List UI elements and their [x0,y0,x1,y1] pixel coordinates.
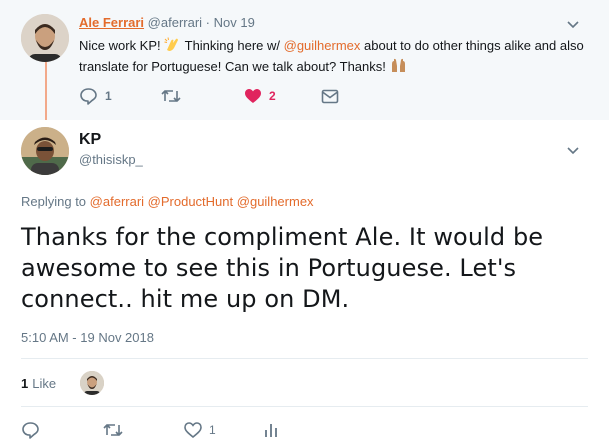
analytics-bar-icon [265,424,277,437]
mention-link[interactable]: @ProductHunt [148,194,233,209]
author-handle[interactable]: @thisiskp_ [79,152,143,167]
reply-icon [22,422,39,439]
parent-tweet-header: Ale Ferrari @aferrari · Nov 19 [79,14,255,31]
likes-label: Like [32,375,57,391]
raised-hands-icon [390,58,407,73]
like-button[interactable]: 1 [184,420,216,440]
divider [21,406,588,407]
liker-avatar[interactable] [80,371,104,395]
tweet-date[interactable]: · Nov 19 [206,15,255,30]
avatar[interactable] [21,127,69,175]
direct-message-button[interactable] [321,86,339,106]
person-avatar-icon [21,127,69,175]
parent-tweet-text: Nice work KP! Thinking here w/ @guilherm… [79,35,594,77]
text-segment: Thinking here w/ [181,38,284,53]
tweet-actions: 1 [21,420,581,440]
divider [21,358,588,359]
likes-count: 1 [21,375,29,391]
replying-to-label: Replying to [21,194,87,209]
chevron-down-icon[interactable] [566,17,580,31]
reply-count: 1 [105,89,112,103]
person-avatar-icon [80,371,104,395]
clapping-hands-icon [164,37,181,52]
mention-link[interactable]: @aferrari [90,194,144,209]
text-segment: Nice work KP! [79,38,165,53]
retweet-icon [161,90,181,102]
person-avatar-icon [21,14,69,62]
tweet-timestamp[interactable]: 5:10 AM - 19 Nov 2018 [21,330,154,345]
likes-summary[interactable]: 1 Like [21,368,56,398]
parent-tweet-actions: 1 2 [79,86,379,106]
retweet-icon [103,424,123,436]
analytics-button[interactable] [264,420,278,440]
author-handle[interactable]: @aferrari [148,15,202,30]
mention-link[interactable]: @guilhermex [284,38,361,53]
heart-filled-icon [245,89,261,103]
author-name[interactable]: Ale Ferrari [79,15,144,30]
like-count: 1 [209,423,216,437]
chevron-down-icon[interactable] [566,143,580,157]
avatar[interactable] [21,14,69,62]
heart-outline-icon [184,422,202,438]
retweet-button[interactable] [161,86,181,106]
reply-button[interactable] [21,420,47,440]
author-name[interactable]: KP [79,131,101,149]
reply-button[interactable]: 1 [79,86,112,106]
reply-icon [80,88,97,105]
parent-tweet[interactable]: Ale Ferrari @aferrari · Nov 19 Nice work… [0,0,609,120]
mention-link[interactable]: @guilhermex [237,194,314,209]
thread-connector-line [45,62,47,120]
replying-to-line: Replying to @aferrari @ProductHunt @guil… [21,194,314,209]
like-button[interactable]: 2 [244,86,276,106]
tweet-text: Thanks for the compliment Ale. It would … [21,223,544,313]
retweet-button[interactable] [103,420,130,440]
like-count: 2 [269,89,276,103]
envelope-icon [321,89,339,103]
